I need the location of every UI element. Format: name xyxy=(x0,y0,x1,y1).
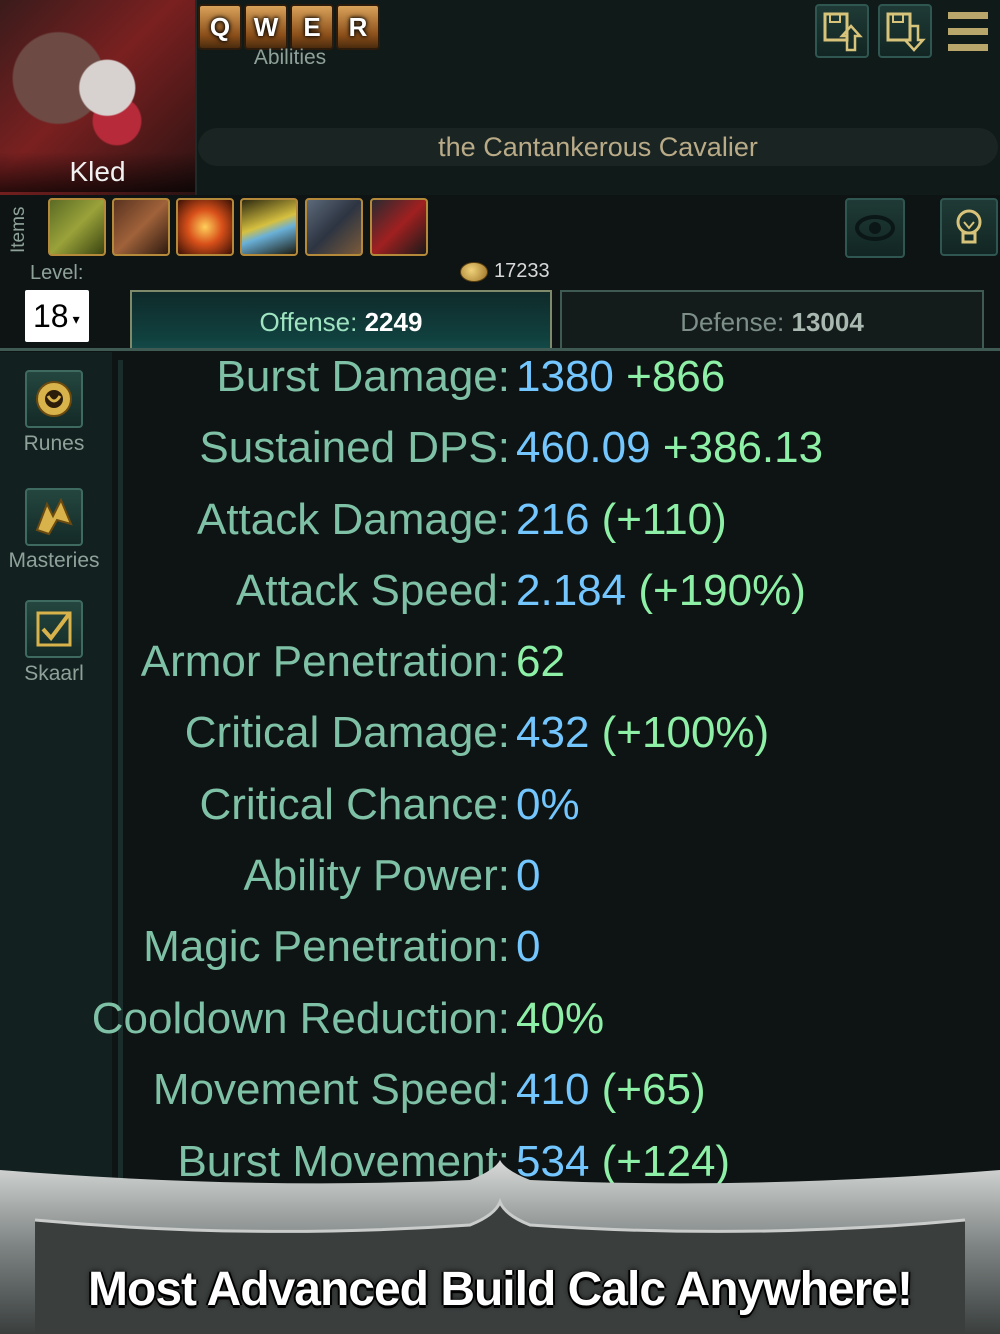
champion-title: the Cantankerous Cavalier xyxy=(198,128,998,166)
stat-label: Burst Damage: xyxy=(216,352,510,401)
stat-label: Magic Penetration: xyxy=(143,922,510,971)
view-toggle-button[interactable] xyxy=(845,198,905,258)
stat-bonus: (+110) xyxy=(601,495,727,544)
ability-r-button[interactable]: R xyxy=(336,4,380,50)
level-label: Level: xyxy=(30,262,84,284)
level-value: 18 xyxy=(33,298,69,334)
stat-row: Attack Damage: 216 (+110) xyxy=(0,485,1000,555)
stat-value: 410 xyxy=(516,1065,590,1114)
ability-w-button[interactable]: W xyxy=(244,4,288,50)
save-build-button[interactable] xyxy=(815,4,869,58)
stat-label: Critical Chance: xyxy=(199,780,510,829)
stat-bonus: 62 xyxy=(516,637,565,686)
ability-e-button[interactable]: E xyxy=(290,4,334,50)
stat-row: Burst Damage: 1380 +866 xyxy=(0,342,1000,412)
tab-offense[interactable]: Offense: 2249 xyxy=(130,290,552,350)
hamburger-icon xyxy=(948,12,988,19)
stat-value-group: 1380 +866 xyxy=(516,342,725,412)
tab-offense-label: Offense: xyxy=(259,307,358,337)
stat-value: 0 xyxy=(516,851,541,900)
stat-value-group: 2.184 (+190%) xyxy=(516,556,806,626)
stat-value: 0% xyxy=(516,780,580,829)
stat-row: Sustained DPS: 460.09 +386.13 xyxy=(0,413,1000,483)
stat-value-group: 40% xyxy=(516,984,604,1054)
item-slot-flame-icon[interactable] xyxy=(176,198,234,256)
stat-row: Attack Speed: 2.184 (+190%) xyxy=(0,556,1000,626)
stat-bonus: +866 xyxy=(626,352,726,401)
stat-value: 2.184 xyxy=(516,566,627,615)
item-slot-boots-icon[interactable] xyxy=(48,198,106,256)
promo-banner: Most Advanced Build Calc Anywhere! xyxy=(88,1263,913,1316)
save-upload-icon xyxy=(823,12,863,52)
gold-total: 17233 xyxy=(494,260,550,282)
stat-row: Critical Chance: 0% xyxy=(0,770,1000,840)
level-select[interactable]: 18 ▾ xyxy=(25,290,89,342)
stat-label: Ability Power: xyxy=(243,851,510,900)
stat-row: Magic Penetration: 0 xyxy=(0,912,1000,982)
stat-value-group: 62 xyxy=(516,627,565,697)
abilities-label: Abilities xyxy=(253,46,327,69)
stat-label: Armor Penetration: xyxy=(140,637,510,686)
item-slot-beast-icon[interactable] xyxy=(112,198,170,256)
stat-label: Movement Speed: xyxy=(152,1065,510,1114)
item-slot-gold-gem-icon[interactable] xyxy=(240,198,298,256)
stat-bonus: (+190%) xyxy=(638,566,806,615)
tab-defense-label: Defense: xyxy=(680,307,785,337)
stat-label: Attack Speed: xyxy=(236,566,510,615)
stat-row: Cooldown Reduction: 40% xyxy=(0,984,1000,1054)
ability-q-button[interactable]: Q xyxy=(198,4,242,50)
stat-value-group: 0% xyxy=(516,770,580,840)
hamburger-line xyxy=(948,44,988,51)
stat-value: 432 xyxy=(516,708,590,757)
gold-coin-icon xyxy=(460,262,488,282)
stat-label: Sustained DPS: xyxy=(199,423,510,472)
stat-value-group: 0 xyxy=(516,912,540,982)
hamburger-line xyxy=(948,28,988,35)
stat-bonus: (+100%) xyxy=(601,708,770,757)
item-slot-spear-icon[interactable] xyxy=(305,198,363,256)
stat-row: Ability Power: 0 xyxy=(0,841,1000,911)
chevron-down-icon: ▾ xyxy=(72,310,80,327)
stat-value: 0 xyxy=(516,922,541,971)
stat-value-group: 410 (+65) xyxy=(516,1055,706,1125)
items-label: Items xyxy=(8,206,29,254)
stat-value: 460.09 xyxy=(516,423,651,472)
stat-value: 216 xyxy=(516,495,590,544)
stat-label: Critical Damage: xyxy=(184,708,510,757)
stat-bonus: (+65) xyxy=(601,1065,706,1114)
stat-bonus: +386.13 xyxy=(662,423,824,472)
stat-bonus: 40% xyxy=(516,994,605,1043)
stat-label: Attack Damage: xyxy=(196,495,510,544)
tab-defense[interactable]: Defense: 13004 xyxy=(560,290,984,350)
eye-icon xyxy=(855,215,895,241)
tips-button[interactable] xyxy=(940,198,998,256)
stat-label: Cooldown Reduction: xyxy=(91,994,510,1043)
tab-defense-value: 13004 xyxy=(791,307,864,337)
champion-name: Kled xyxy=(0,152,195,192)
lightbulb-icon xyxy=(956,209,982,244)
stat-value: 1380 xyxy=(516,352,614,401)
stat-value-group: 460.09 +386.13 xyxy=(516,413,823,483)
stat-row: Armor Penetration: 62 xyxy=(0,627,1000,697)
stat-value-group: 216 (+110) xyxy=(516,485,727,555)
stat-value-group: 0 xyxy=(516,841,540,911)
item-slot-dark-blade-icon[interactable] xyxy=(370,198,428,256)
save-download-icon xyxy=(886,12,926,52)
menu-button[interactable] xyxy=(944,6,994,56)
stat-row: Movement Speed: 410 (+65) xyxy=(0,1055,1000,1125)
load-build-button[interactable] xyxy=(878,4,932,58)
stat-value-group: 432 (+100%) xyxy=(516,698,769,768)
stat-row: Critical Damage: 432 (+100%) xyxy=(0,698,1000,768)
tab-offense-value: 2249 xyxy=(364,307,423,337)
